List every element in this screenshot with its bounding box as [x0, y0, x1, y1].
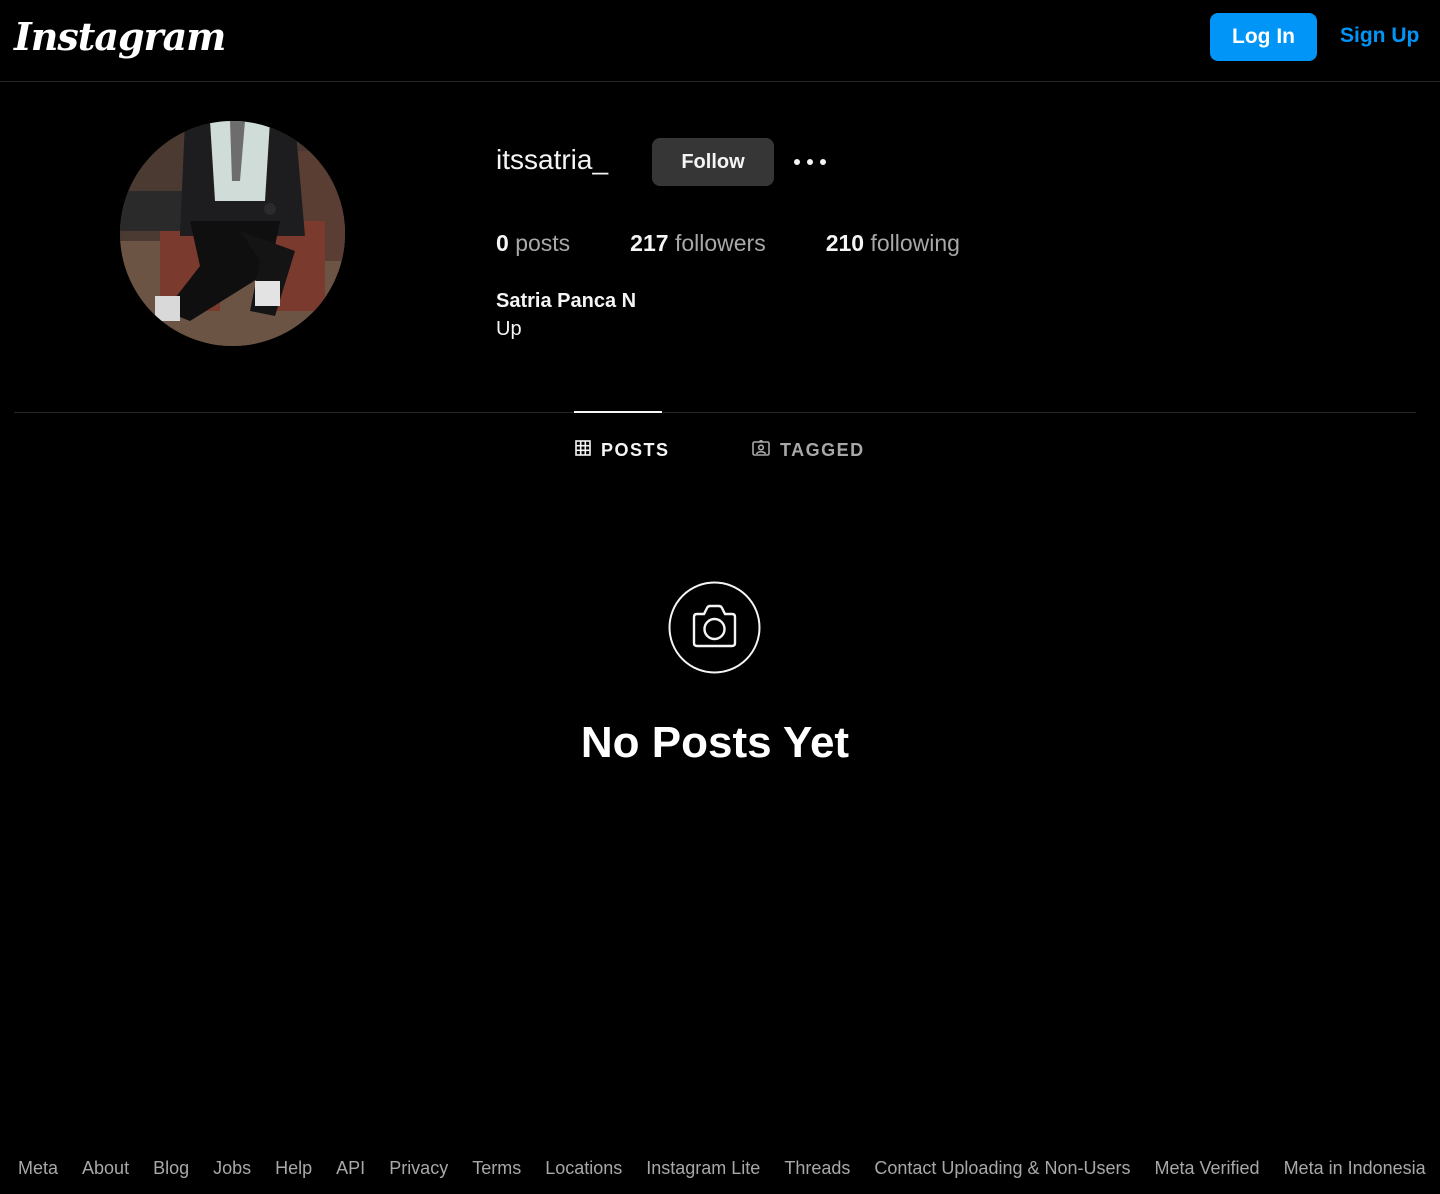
tab-posts-label: POSTS: [601, 440, 670, 460]
footer-link-meta-in-indonesia[interactable]: Meta in Indonesia: [1284, 1158, 1426, 1179]
footer-link-meta-verified[interactable]: Meta Verified: [1155, 1158, 1260, 1179]
instagram-logo[interactable]: Instagram: [14, 14, 226, 59]
footer-link-help[interactable]: Help: [275, 1158, 312, 1179]
profile-full-name: Satria Panca N: [496, 290, 637, 312]
following-count: 210: [825, 230, 865, 256]
tab-tagged-label: TAGGED: [780, 440, 865, 460]
footer-link-instagram-lite[interactable]: Instagram Lite: [646, 1158, 760, 1179]
following-stat-label: following: [870, 230, 960, 256]
footer-link-blog[interactable]: Blog: [153, 1158, 189, 1179]
tab-tagged[interactable]: TAGGED: [752, 439, 865, 461]
login-button[interactable]: Log In: [1210, 13, 1317, 61]
profile-stats: 0 posts 217 followers 210 following: [496, 230, 1020, 257]
more-options-icon[interactable]: [792, 150, 828, 174]
profile-username: itssatria_: [496, 144, 609, 175]
footer-link-meta[interactable]: Meta: [18, 1158, 58, 1179]
footer-link-contact-uploading[interactable]: Contact Uploading & Non-Users: [874, 1158, 1130, 1179]
empty-state-title: No Posts Yet: [580, 718, 850, 767]
posts-count: 0: [496, 230, 509, 256]
posts-stat-label: posts: [515, 230, 571, 256]
follow-button[interactable]: Follow: [652, 138, 774, 186]
tabs-divider: [14, 412, 1416, 413]
profile-avatar[interactable]: [120, 121, 345, 346]
posts-stat: 0 posts: [496, 230, 570, 257]
footer-link-jobs[interactable]: Jobs: [213, 1158, 251, 1179]
profile-bio: Up: [496, 318, 522, 340]
followers-stat-label: followers: [674, 230, 766, 256]
footer-link-threads[interactable]: Threads: [784, 1158, 850, 1179]
active-tab-indicator: [574, 411, 662, 413]
footer-links: Meta About Blog Jobs Help API Privacy Te…: [18, 1158, 1426, 1179]
signup-button[interactable]: Sign Up: [1340, 24, 1419, 48]
footer-link-terms[interactable]: Terms: [472, 1158, 521, 1179]
top-bar: Instagram Log In Sign Up: [0, 0, 1440, 82]
footer-link-about[interactable]: About: [82, 1158, 129, 1179]
footer-link-locations[interactable]: Locations: [545, 1158, 622, 1179]
tagged-icon: [752, 439, 770, 461]
grid-icon: [575, 440, 591, 461]
followers-stat[interactable]: 217 followers: [630, 230, 766, 257]
followers-count: 217: [630, 230, 669, 256]
camera-icon: [668, 581, 761, 674]
following-stat[interactable]: 210 following: [826, 230, 960, 257]
avatar-photo: [120, 121, 345, 346]
tab-posts[interactable]: POSTS: [575, 440, 670, 461]
footer-link-api[interactable]: API: [336, 1158, 365, 1179]
footer-link-privacy[interactable]: Privacy: [389, 1158, 448, 1179]
